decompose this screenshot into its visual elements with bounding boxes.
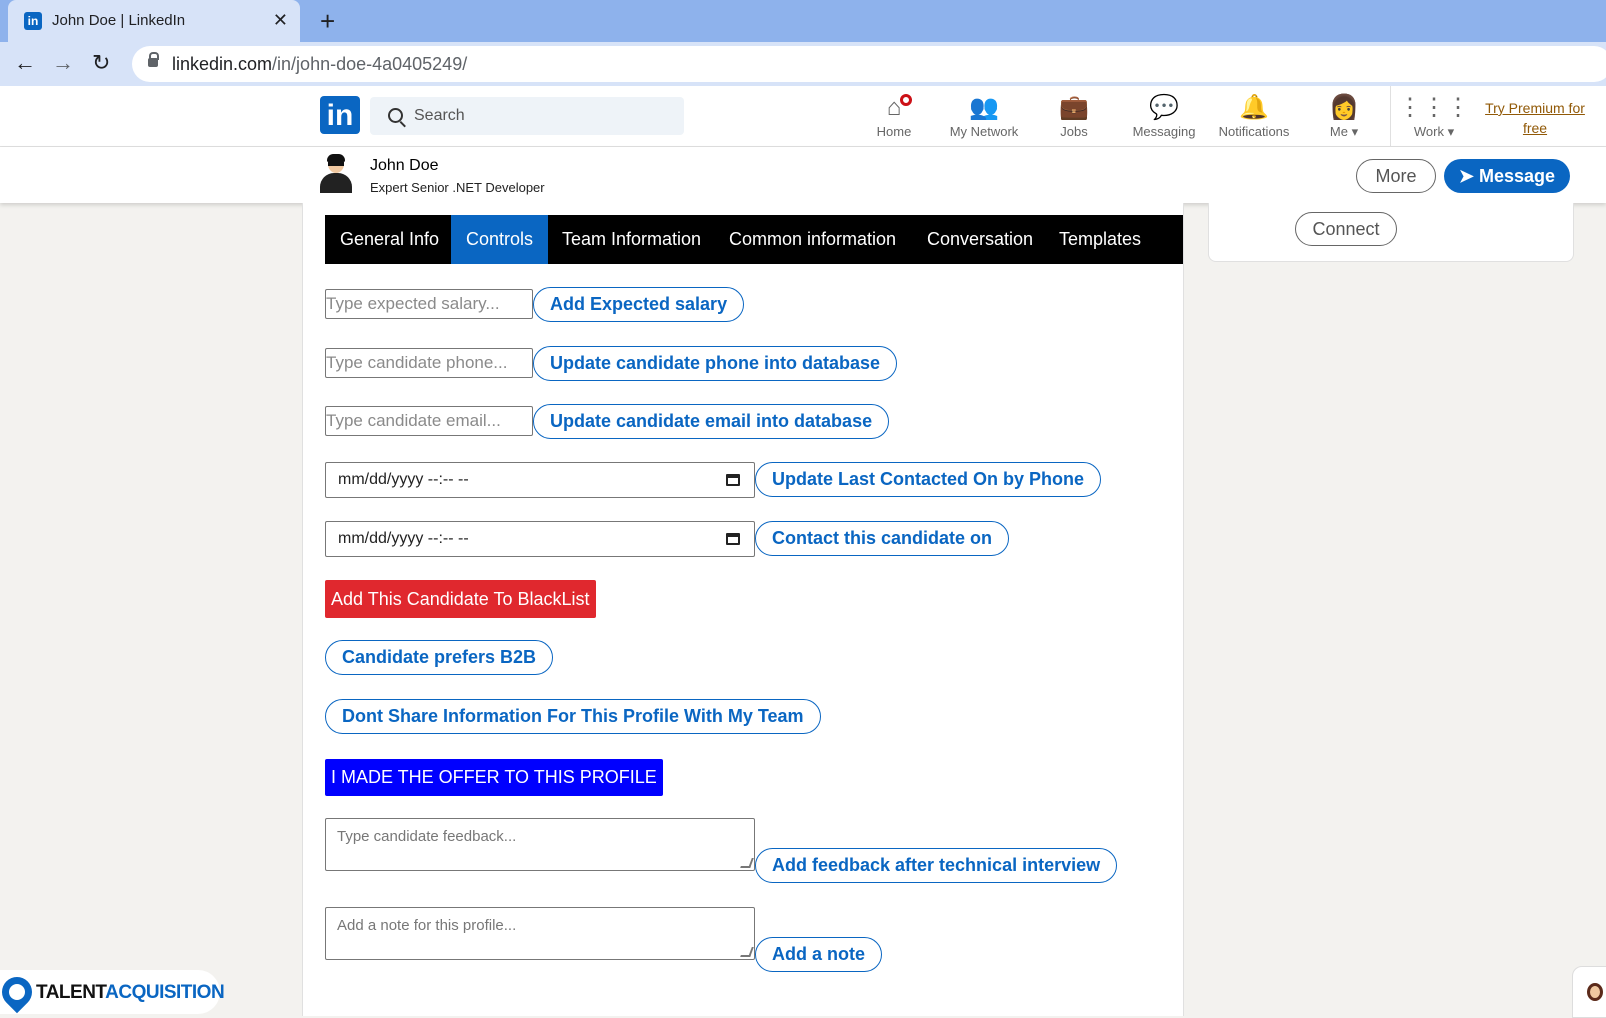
url-text: linkedin.com/in/john-doe-4a0405249/ [172, 54, 468, 74]
nav-messaging[interactable]: 💬 Messaging [1124, 94, 1204, 139]
nav-home[interactable]: ⌂ Home [854, 94, 934, 139]
tab-controls[interactable]: Controls [451, 215, 549, 264]
made-offer-button[interactable]: I MADE THE OFFER TO THIS PROFILE [325, 759, 663, 796]
last-contacted-datetime-input[interactable]: mm/dd/yyyy --:-- -- [325, 462, 755, 498]
linkedin-favicon-icon: in [24, 12, 42, 30]
tab-common-information[interactable]: Common information [714, 215, 911, 264]
add-expected-salary-button[interactable]: Add Expected salary [533, 287, 745, 322]
briefcase-icon: 💼 [1059, 94, 1089, 121]
profile-headline: Expert Senior .NET Developer [370, 180, 545, 195]
tab-general-info[interactable]: General Info [325, 215, 454, 264]
avatar-icon [1587, 983, 1603, 1001]
browser-tab[interactable]: in John Doe | LinkedIn ✕ [8, 0, 300, 42]
contact-on-datetime-input[interactable]: mm/dd/yyyy --:-- -- [325, 521, 755, 557]
browser-tab-bar: in John Doe | LinkedIn ✕ + [0, 0, 1606, 42]
linkedin-header: in Search ⌂ Home 👥 My Network 💼 Jobs 💬 M… [0, 86, 1606, 147]
reload-icon[interactable]: ↻ [92, 50, 110, 76]
extension-panel: General Info Controls Team Information C… [302, 203, 1184, 1016]
contact-candidate-on-button[interactable]: Contact this candidate on [755, 521, 1010, 556]
feedback-textarea[interactable]: Type candidate feedback... [325, 818, 755, 871]
dont-share-info-button[interactable]: Dont Share Information For This Profile … [325, 699, 821, 734]
bell-icon: 🔔 [1239, 94, 1269, 121]
notification-dot [900, 94, 912, 106]
new-tab-icon[interactable]: + [320, 6, 335, 37]
tab-templates[interactable]: Templates [1044, 215, 1156, 264]
panel-tabs: General Info Controls Team Information C… [325, 215, 1183, 264]
grid-icon: ⋮⋮⋮ [1398, 94, 1470, 121]
right-side-card: Connect [1208, 203, 1574, 262]
forward-arrow-icon[interactable]: → [52, 50, 74, 76]
home-icon: ⌂ [886, 94, 902, 121]
phone-input[interactable]: Type candidate phone... [325, 348, 533, 378]
profile-name: John Doe [370, 157, 439, 174]
nav-divider [1390, 86, 1391, 146]
salary-input[interactable]: Type expected salary... [325, 289, 533, 319]
message-button[interactable]: ➤ Message [1444, 159, 1570, 193]
email-input[interactable]: Type candidate email... [325, 406, 533, 436]
connect-button[interactable]: Connect [1295, 212, 1397, 246]
profile-avatar[interactable] [318, 154, 354, 193]
avatar-icon: 👩 [1329, 94, 1359, 121]
location-pin-icon [0, 970, 39, 1014]
talent-acquisition-badge[interactable]: TALENTACQUISITION [0, 970, 225, 1014]
more-button[interactable]: More [1356, 159, 1436, 193]
chat-icon: 💬 [1149, 94, 1179, 121]
search-icon [388, 108, 403, 123]
prefers-b2b-button[interactable]: Candidate prefers B2B [325, 640, 554, 675]
update-phone-button[interactable]: Update candidate phone into database [533, 346, 898, 381]
update-email-button[interactable]: Update candidate email into database [533, 404, 890, 439]
tab-team-information[interactable]: Team Information [547, 215, 716, 264]
network-icon: 👥 [969, 94, 999, 121]
add-feedback-button[interactable]: Add feedback after technical interview [755, 848, 1118, 883]
tab-conversation[interactable]: Conversation [912, 215, 1048, 264]
back-arrow-icon[interactable]: ← [14, 50, 36, 76]
send-icon: ➤ [1458, 166, 1480, 186]
search-input[interactable]: Search [370, 97, 684, 135]
note-textarea[interactable]: Add a note for this profile... [325, 907, 755, 960]
profile-sticky-bar: John Doe Expert Senior .NET Developer Mo… [0, 147, 1606, 203]
try-premium-link[interactable]: Try Premium for free [1480, 98, 1590, 138]
nav-my-network[interactable]: 👥 My Network [944, 94, 1024, 139]
address-bar[interactable]: linkedin.com/in/john-doe-4a0405249/ ⌕ [132, 46, 1606, 82]
nav-me[interactable]: 👩 Me ▾ [1304, 94, 1384, 140]
messaging-avatar-bubble[interactable] [1572, 966, 1606, 1018]
add-to-blacklist-button[interactable]: Add This Candidate To BlackList [325, 580, 596, 618]
calendar-icon[interactable] [726, 474, 740, 486]
browser-toolbar: ← → ↻ linkedin.com/in/john-doe-4a0405249… [0, 42, 1606, 86]
nav-work[interactable]: ⋮⋮⋮ Work ▾ [1394, 94, 1474, 140]
lock-icon [148, 52, 159, 67]
resize-handle-icon[interactable] [740, 858, 754, 868]
calendar-icon[interactable] [726, 533, 740, 545]
linkedin-logo-icon[interactable]: in [320, 96, 360, 134]
browser-tab-title: John Doe | LinkedIn [52, 12, 186, 29]
nav-jobs[interactable]: 💼 Jobs [1034, 94, 1114, 139]
update-last-contacted-button[interactable]: Update Last Contacted On by Phone [755, 462, 1102, 497]
add-note-button[interactable]: Add a note [755, 937, 882, 972]
brand-logo-text: TALENTACQUISITION [36, 982, 225, 1003]
close-tab-icon[interactable]: ✕ [273, 10, 288, 31]
nav-notifications[interactable]: 🔔 Notifications [1214, 94, 1294, 139]
resize-handle-icon[interactable] [740, 947, 754, 957]
